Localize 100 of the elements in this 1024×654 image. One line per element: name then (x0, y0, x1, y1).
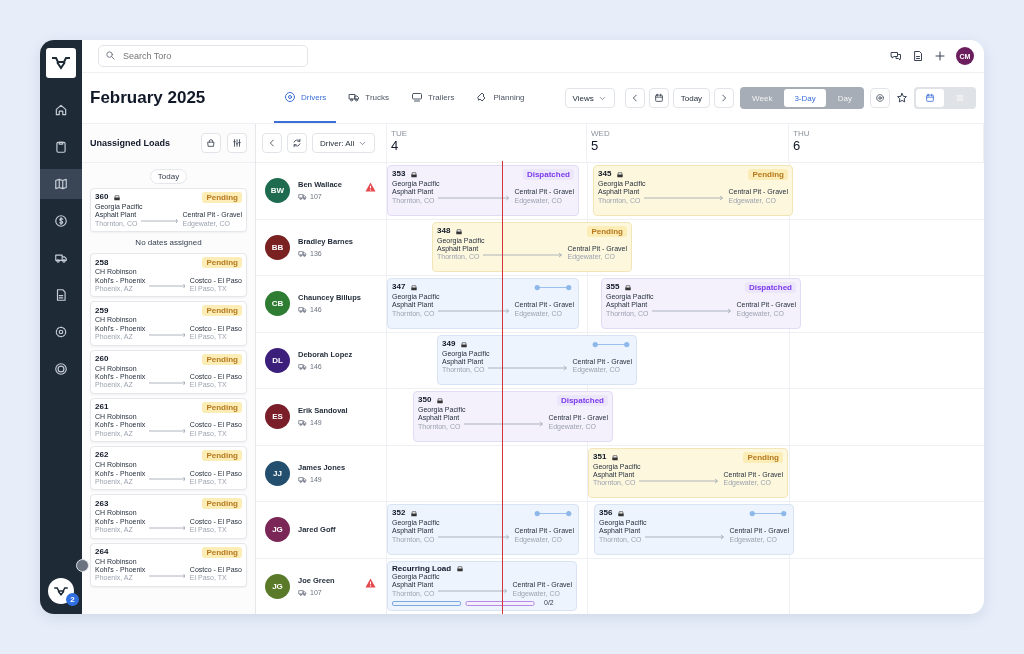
date-picker-button[interactable] (648, 88, 669, 108)
load-number: 349 (442, 339, 456, 349)
notification-badge: 2 (66, 593, 79, 606)
favorite-button[interactable] (896, 92, 908, 104)
filter-button[interactable] (201, 133, 221, 153)
route-arrow (149, 428, 186, 435)
chevron-left-icon (267, 138, 277, 148)
panel-title: Unassigned Loads (90, 138, 170, 148)
weekday-label: WED (591, 129, 611, 138)
tab[interactable]: Drivers (274, 73, 337, 123)
views-dropdown[interactable]: Views (564, 88, 615, 108)
route-arrow (149, 283, 186, 290)
chat-icon (890, 50, 902, 62)
status-badge: Pending (202, 257, 242, 269)
load-number: 352 (392, 509, 406, 518)
driver-avatar: DL (265, 347, 290, 373)
columns-icon (232, 138, 242, 148)
day-number: 5 (591, 138, 600, 154)
driver-filter[interactable]: Driver: All (312, 133, 376, 153)
trailer-icon (411, 91, 424, 103)
load-number: 348 (437, 226, 451, 236)
calendar-icon (925, 93, 935, 103)
status-badge: Dispatched (744, 282, 796, 293)
tracking-progress-icon (747, 510, 789, 517)
driver-avatar: BB (265, 234, 290, 260)
load-number: 259 (95, 306, 109, 316)
plus-icon (934, 50, 946, 62)
tab[interactable]: Trailers (401, 73, 465, 123)
status-badge: Pending (202, 450, 242, 462)
status-badge: Dispatched (522, 169, 574, 180)
route-arrow (149, 331, 186, 338)
page-title: February 2025 (90, 88, 207, 108)
load-number: 355 (606, 283, 620, 292)
tab[interactable]: Trucks (338, 73, 400, 123)
load-number: 351 (593, 452, 607, 462)
document-icon (54, 288, 68, 302)
status-badge: Pending (202, 305, 242, 317)
status-badge: Pending (748, 169, 788, 180)
status-badge: Pending (202, 192, 242, 203)
tracking-progress-icon (532, 510, 574, 517)
route-arrow (149, 524, 186, 531)
bag-icon (206, 138, 216, 148)
tracking-progress-icon (532, 284, 574, 291)
refresh-button[interactable] (287, 133, 307, 153)
load-number: 258 (95, 258, 109, 267)
today-button[interactable]: Today (672, 88, 711, 108)
driver-avatar: JJ (265, 460, 290, 486)
tab[interactable]: Planning (466, 73, 535, 123)
section-label: No dates assigned (135, 237, 202, 250)
logo (46, 48, 76, 78)
clipboard-icon (54, 140, 68, 154)
chat-button[interactable] (890, 50, 902, 62)
document-icon (912, 50, 924, 62)
range-option[interactable]: 3-Day (784, 89, 826, 107)
calendar-icon (653, 93, 664, 103)
load-number: 263 (95, 499, 109, 508)
tracking-progress-icon (590, 340, 632, 348)
day-number: 4 (391, 138, 400, 154)
status-badge: Pending (202, 546, 242, 558)
route-arrow (149, 379, 186, 386)
status-badge: Pending (202, 498, 242, 510)
load-number: 260 (95, 354, 109, 364)
nav-button[interactable] (40, 169, 82, 199)
load-number: 353 (392, 170, 406, 179)
map-icon (54, 177, 68, 191)
columns-button[interactable] (227, 133, 247, 153)
coin-icon (54, 362, 68, 376)
load-number: 345 (598, 170, 612, 179)
status-badge: Pending (743, 451, 783, 463)
add-button[interactable] (934, 50, 946, 62)
settings-icon (875, 93, 885, 103)
weekday-label: THU (793, 129, 811, 138)
load-number: Recurring Load (392, 564, 452, 573)
driver-avatar: JG (265, 517, 290, 543)
weekday-label: TUE (391, 129, 408, 138)
search-icon (105, 50, 116, 61)
route-arrow (438, 588, 509, 595)
status-badge: Dispatched (556, 395, 608, 406)
search-field[interactable]: Search Toro (98, 45, 308, 67)
load-number: 264 (95, 547, 109, 557)
load-number: 261 (95, 403, 109, 412)
status-badge: Pending (587, 225, 627, 237)
status-badge: Pending (202, 353, 242, 365)
load-number: 262 (95, 451, 109, 460)
layout-option[interactable] (916, 89, 944, 107)
driver-avatar: JG (265, 573, 290, 599)
account-avatar[interactable] (48, 578, 74, 604)
day-number: 6 (793, 138, 802, 154)
driver-avatar: ES (265, 404, 290, 430)
document-button[interactable] (912, 50, 924, 62)
star-icon (896, 92, 908, 104)
date-pill: Today (149, 169, 188, 184)
load-number: 350 (418, 396, 432, 405)
driver-avatar: CB (265, 291, 290, 317)
driver-avatar: BW (265, 178, 290, 204)
load-number: 347 (392, 283, 406, 292)
refresh-icon (292, 138, 302, 148)
settings-button[interactable] (870, 88, 890, 108)
status-badge: Pending (202, 401, 242, 413)
dollar-icon (54, 214, 68, 228)
